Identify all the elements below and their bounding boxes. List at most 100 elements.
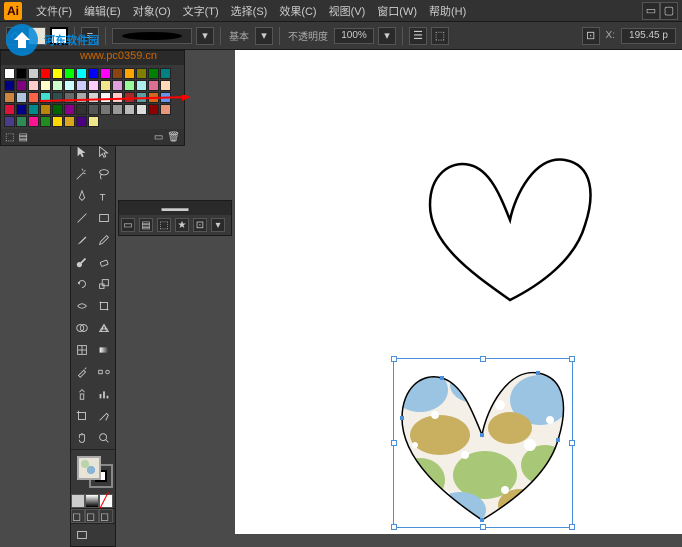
resize-handle-tl[interactable]: [391, 356, 397, 362]
swatch[interactable]: [88, 116, 99, 127]
swatch[interactable]: [4, 104, 15, 115]
color-mode[interactable]: [71, 494, 85, 508]
swatch[interactable]: [28, 92, 39, 103]
swatch[interactable]: [4, 92, 15, 103]
symbol-sprayer-tool[interactable]: [71, 383, 93, 405]
opacity-input[interactable]: [334, 28, 374, 44]
swatch[interactable]: [4, 68, 15, 79]
gradient-tool[interactable]: [93, 339, 115, 361]
swatch-lib-icon[interactable]: ⬚: [5, 132, 14, 143]
stroke-weight-icon[interactable]: ≡: [81, 27, 99, 45]
pencil-tool[interactable]: [93, 229, 115, 251]
menu-effect[interactable]: 效果(C): [273, 1, 322, 21]
pen-tool[interactable]: [71, 185, 93, 207]
menu-file[interactable]: 文件(F): [30, 1, 78, 21]
transform-btn[interactable]: ⬚: [431, 27, 449, 45]
swatch[interactable]: [100, 92, 111, 103]
swatch-delete-icon[interactable]: 🗑: [167, 132, 180, 143]
blend-tool[interactable]: [93, 361, 115, 383]
gradient-mode[interactable]: [85, 494, 99, 508]
brush-tool[interactable]: [71, 229, 93, 251]
x-input[interactable]: [621, 28, 676, 44]
swatch[interactable]: [148, 68, 159, 79]
swatch[interactable]: [64, 92, 75, 103]
swatch[interactable]: [16, 68, 27, 79]
perspective-tool[interactable]: [93, 317, 115, 339]
swatch[interactable]: [16, 104, 27, 115]
swatch[interactable]: [40, 68, 51, 79]
swatch-new-icon[interactable]: ▭: [154, 132, 163, 143]
blob-brush-tool[interactable]: [71, 251, 93, 273]
draw-inside[interactable]: ◻: [99, 509, 113, 523]
swatch[interactable]: [136, 80, 147, 91]
library-header[interactable]: ▬▬▬: [119, 201, 231, 215]
mesh-tool[interactable]: [71, 339, 93, 361]
menu-help[interactable]: 帮助(H): [423, 1, 472, 21]
artboard-tool[interactable]: [71, 405, 93, 427]
menu-window[interactable]: 窗口(W): [371, 1, 423, 21]
swatch[interactable]: [28, 68, 39, 79]
swatch[interactable]: [112, 92, 123, 103]
lasso-tool[interactable]: [93, 163, 115, 185]
swatch[interactable]: [76, 116, 87, 127]
swatch[interactable]: [160, 104, 171, 115]
opacity-dropdown[interactable]: ▾: [378, 27, 396, 45]
shape-builder-tool[interactable]: [71, 317, 93, 339]
eraser-tool[interactable]: [93, 251, 115, 273]
swatch[interactable]: [160, 68, 171, 79]
swatch[interactable]: [160, 92, 171, 103]
swatch[interactable]: [40, 80, 51, 91]
lib-star-icon[interactable]: ★: [175, 218, 189, 232]
align-btn[interactable]: ☰: [409, 27, 427, 45]
swatch[interactable]: [52, 80, 63, 91]
swatch[interactable]: [64, 68, 75, 79]
swatch[interactable]: [136, 104, 147, 115]
draw-normal[interactable]: ◻: [71, 509, 85, 523]
resize-handle-b[interactable]: [480, 524, 486, 530]
lib-brush-icon[interactable]: ⬚: [157, 218, 171, 232]
resize-handle-l[interactable]: [391, 440, 397, 446]
swatch[interactable]: [16, 80, 27, 91]
swatch[interactable]: [52, 92, 63, 103]
swatch[interactable]: [16, 116, 27, 127]
swatch[interactable]: [88, 104, 99, 115]
line-tool[interactable]: [71, 207, 93, 229]
menu-view[interactable]: 视图(V): [323, 1, 372, 21]
lib-rect-icon[interactable]: ▭: [121, 218, 135, 232]
swatch[interactable]: [76, 92, 87, 103]
swatch[interactable]: [100, 104, 111, 115]
lib-symbol-icon[interactable]: ⊡: [193, 218, 207, 232]
stroke-indicator[interactable]: [50, 27, 68, 45]
resize-handle-bl[interactable]: [391, 524, 397, 530]
swatch[interactable]: [112, 104, 123, 115]
heart-shape-outline[interactable]: [415, 145, 605, 315]
swatch[interactable]: [100, 68, 111, 79]
menu-select[interactable]: 选择(S): [225, 1, 274, 21]
draw-behind[interactable]: ◻: [85, 509, 99, 523]
swatch[interactable]: [88, 92, 99, 103]
selection-bounds[interactable]: [393, 358, 573, 528]
swatch[interactable]: [28, 80, 39, 91]
swatch[interactable]: [136, 68, 147, 79]
swatch[interactable]: [64, 104, 75, 115]
swatch[interactable]: [40, 104, 51, 115]
swatch[interactable]: [76, 104, 87, 115]
swatch[interactable]: [88, 68, 99, 79]
fill-box[interactable]: [77, 456, 101, 480]
menu-object[interactable]: 对象(O): [127, 1, 177, 21]
canvas[interactable]: [235, 50, 682, 534]
zoom-tool[interactable]: [93, 427, 115, 449]
swatch[interactable]: [100, 80, 111, 91]
resize-handle-r[interactable]: [569, 440, 575, 446]
hand-tool[interactable]: [71, 427, 93, 449]
layout-btn-1[interactable]: ▭: [642, 2, 660, 20]
fill-indicator[interactable]: [28, 27, 46, 45]
swatch[interactable]: [136, 92, 147, 103]
none-mode[interactable]: ╱: [99, 494, 113, 508]
swatches-header[interactable]: [1, 51, 184, 65]
resize-handle-t[interactable]: [480, 356, 486, 362]
swatch[interactable]: [52, 116, 63, 127]
swatch-menu-icon[interactable]: ▤: [18, 132, 27, 143]
swatch[interactable]: [28, 104, 39, 115]
slice-tool[interactable]: [93, 405, 115, 427]
